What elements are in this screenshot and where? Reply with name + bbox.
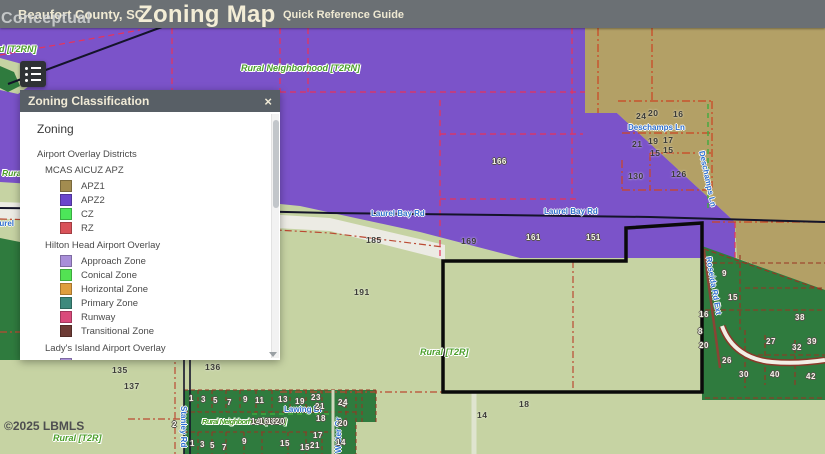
scroll-down-indicator[interactable] — [269, 352, 277, 357]
map-attribution: ©2025 LBMLS — [4, 419, 84, 433]
legend-swatch — [60, 311, 72, 323]
app-title: Zoning Map — [138, 1, 276, 29]
legend-toggle-button[interactable] — [20, 61, 46, 87]
zoning-map-app: Rural Neighborhood [T2RN]Neighborhood [T… — [0, 0, 825, 454]
legend-swatch — [60, 283, 72, 295]
legend-swatch — [60, 194, 72, 206]
legend-swatch — [60, 325, 72, 337]
legend-swatch — [60, 255, 72, 267]
app-header: Beaufort County, SC Zoning Map Quick Ref… — [0, 0, 825, 28]
scrollbar-thumb[interactable] — [273, 120, 279, 208]
legend-item-label: Runway — [81, 312, 115, 323]
legend-item-label: Transitional Zone — [81, 326, 154, 337]
legend-item-label: Conical Zone — [81, 270, 137, 281]
legend-item-item — [60, 357, 270, 360]
legend-item-horizontal-zone: Horizontal Zone — [60, 282, 270, 296]
legend-item-label: RZ — [81, 223, 94, 234]
close-icon[interactable]: × — [264, 94, 272, 109]
legend-item-runway: Runway — [60, 310, 270, 324]
panel-title: Zoning Classification — [28, 94, 149, 108]
zoning-classification-panel: Zoning Classification × Zoning Airport O… — [20, 90, 280, 360]
legend-swatch — [60, 180, 72, 192]
legend-item-approach-zone: Approach Zone — [60, 254, 270, 268]
legend-item-label: Primary Zone — [81, 298, 138, 309]
legend-item-label: Approach Zone — [81, 256, 146, 267]
legend-item-primary-zone: Primary Zone — [60, 296, 270, 310]
panel-header[interactable]: Zoning Classification × — [20, 90, 280, 112]
conceptual-watermark: Conceptual — [1, 10, 91, 28]
legend-item-label: APZ1 — [81, 181, 105, 192]
legend-item-apz2: APZ2 — [60, 193, 270, 207]
legend-swatch — [60, 297, 72, 309]
quick-reference-guide-link[interactable]: Quick Reference Guide — [283, 9, 404, 21]
legend-section-title: Zoning — [37, 122, 270, 136]
legend-item-label: APZ2 — [81, 195, 105, 206]
legend-item-rz: RZ — [60, 221, 270, 235]
panel-body: Zoning Airport Overlay Districts MCAS AIC… — [20, 112, 280, 360]
legend-item-label: CZ — [81, 209, 94, 220]
legend-group-lady-s-island-airport-overlay: Lady's Island Airport Overlay — [45, 343, 270, 354]
legend-item-transitional-zone: Transitional Zone — [60, 324, 270, 338]
legend-item-label: Horizontal Zone — [81, 284, 148, 295]
panel-scrollbar[interactable] — [271, 114, 279, 358]
legend-item-apz1: APZ1 — [60, 179, 270, 193]
legend-item-cz: CZ — [60, 207, 270, 221]
legend-group-mcas-aicuz-apz: MCAS AICUZ APZ — [45, 165, 270, 176]
legend-swatch — [60, 208, 72, 220]
legend-swatch — [60, 222, 72, 234]
legend-group-airport-overlay-districts: Airport Overlay Districts — [37, 149, 270, 160]
legend-swatch — [60, 358, 72, 360]
legend-group-hilton-head-airport-overlay: Hilton Head Airport Overlay — [45, 240, 270, 251]
legend-swatch — [60, 269, 72, 281]
legend-item-conical-zone: Conical Zone — [60, 268, 270, 282]
